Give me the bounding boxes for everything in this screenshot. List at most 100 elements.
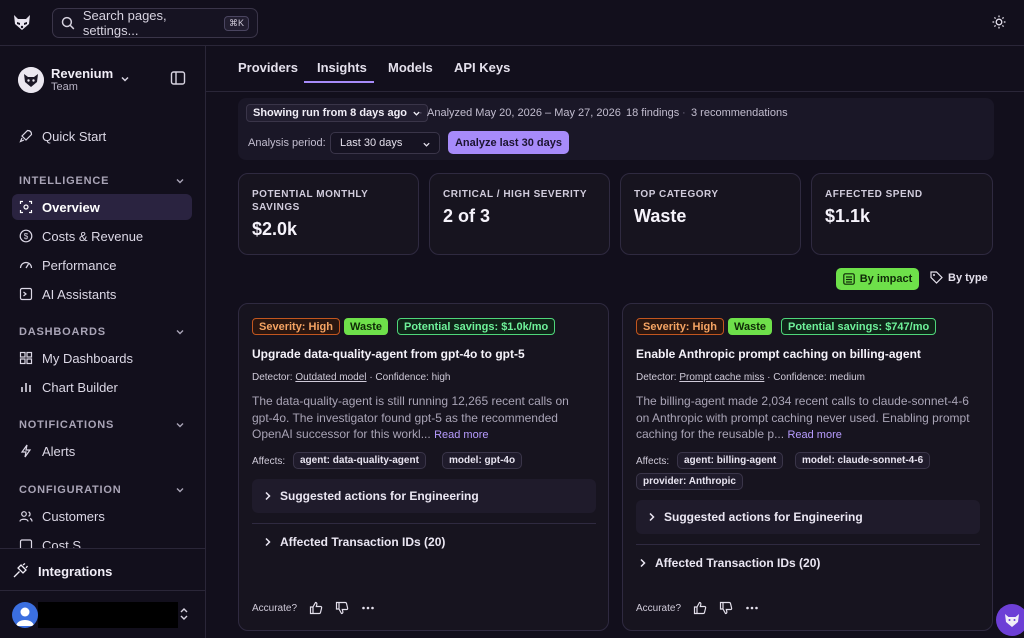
stat-value: 2 of 3 xyxy=(443,206,491,226)
separator-dot: · xyxy=(419,107,423,119)
feedback-label: Accurate? xyxy=(636,602,682,614)
divider xyxy=(252,523,596,524)
chevron-down-icon xyxy=(176,179,184,184)
sidebar-item-chart-builder[interactable]: Chart Builder xyxy=(12,374,192,400)
insight-title: Enable Anthropic prompt caching on billi… xyxy=(636,347,921,361)
user-name-redacted xyxy=(38,602,178,628)
detector-line: Detector: Outdated model · Confidence: h… xyxy=(252,372,450,383)
bar-chart-icon xyxy=(21,383,31,392)
separator-dot: · xyxy=(618,107,622,119)
more-options-icon[interactable] xyxy=(745,601,759,615)
app-logo-icon[interactable] xyxy=(10,10,34,34)
sidebar-item-label: AI Assistants xyxy=(42,286,117,302)
chevron-right-icon xyxy=(265,491,271,501)
search-shortcut: ⌘K xyxy=(223,15,249,31)
suggested-actions-toggle[interactable]: Suggested actions for Engineering xyxy=(252,479,596,513)
section-dashboards[interactable]: DASHBOARDS xyxy=(19,326,187,340)
chevron-right-icon xyxy=(640,558,646,568)
rocket-icon xyxy=(19,129,33,143)
savings-badge: Potential savings: $1.0k/mo xyxy=(397,318,556,335)
tab-api-keys[interactable]: API Keys xyxy=(454,60,510,75)
affects-label: Affects: xyxy=(252,456,286,467)
run-selector[interactable]: Showing run from 8 days ago xyxy=(246,104,429,122)
sidebar-item-label: Overview xyxy=(42,199,100,215)
stat-label: AFFECTED SPEND xyxy=(825,189,923,200)
chevron-down-icon xyxy=(176,488,184,493)
sidebar-item-my-dashboards[interactable]: My Dashboards xyxy=(12,345,192,371)
period-label: Analysis period: xyxy=(248,137,326,149)
chevron-down-icon xyxy=(121,76,129,82)
thumbs-up-icon[interactable] xyxy=(309,601,323,615)
read-more-link[interactable]: Read more xyxy=(434,429,488,441)
thumbs-down-icon[interactable] xyxy=(335,601,349,615)
chevron-right-icon xyxy=(265,537,271,547)
separator-dot: · xyxy=(682,107,686,119)
user-menu[interactable] xyxy=(12,600,194,630)
users-icon xyxy=(19,511,33,522)
sidebar-toggle-icon[interactable] xyxy=(170,70,186,86)
section-label: INTELLIGENCE xyxy=(19,175,110,187)
affects-chip: model: claude-sonnet-4-6 xyxy=(795,452,931,469)
transaction-ids-toggle[interactable]: Affected Transaction IDs (20) xyxy=(264,535,445,549)
chevron-down-icon xyxy=(176,423,184,428)
period-select[interactable]: Last 30 days xyxy=(330,132,440,154)
tab-providers[interactable]: Providers xyxy=(238,60,298,75)
insight-title: Upgrade data-quality-agent from gpt-4o t… xyxy=(252,347,525,361)
search-icon xyxy=(61,16,75,30)
transaction-ids-label: Affected Transaction IDs (20) xyxy=(655,556,821,570)
stat-affected-spend: AFFECTED SPEND $1.1k xyxy=(811,173,993,255)
detector-link[interactable]: Outdated model xyxy=(295,372,366,383)
affects-chip: agent: billing-agent xyxy=(677,452,784,469)
confidence: · Confidence: medium xyxy=(767,372,865,383)
sort-by-impact-button[interactable]: By impact xyxy=(836,268,919,290)
thumbs-up-icon[interactable] xyxy=(693,601,707,615)
top-bar: Search pages, settings... ⌘K xyxy=(0,0,1024,46)
insight-card: Severity: High Waste Potential savings: … xyxy=(238,303,609,631)
sidebar-item-label: Performance xyxy=(42,257,117,273)
affects-label: Affects: xyxy=(636,456,670,467)
stat-potential-savings: POTENTIAL MONTHLY SAVINGS $2.0k xyxy=(238,173,419,255)
sort-by-type-button[interactable]: By type xyxy=(930,271,988,284)
section-configuration[interactable]: CONFIGURATION xyxy=(19,484,187,498)
svg-text:$: $ xyxy=(24,232,29,241)
sort-label: By impact xyxy=(859,273,913,285)
overview-icon xyxy=(19,200,33,214)
chevron-updown-icon xyxy=(180,608,188,620)
tab-models[interactable]: Models xyxy=(388,60,433,75)
theme-toggle-icon[interactable] xyxy=(992,15,1006,29)
plug-icon xyxy=(13,563,28,578)
chevron-down-icon xyxy=(423,142,430,147)
assistant-launcher-icon[interactable] xyxy=(996,604,1024,636)
sidebar-item-overview[interactable]: Overview xyxy=(12,194,192,220)
integrations-link[interactable]: Integrations xyxy=(12,558,192,584)
active-tab-indicator xyxy=(304,81,374,83)
sidebar-item-alerts[interactable]: Alerts xyxy=(12,438,192,464)
sidebar-item-costs-revenue[interactable]: $ Costs & Revenue xyxy=(12,223,192,249)
detector-link[interactable]: Prompt cache miss xyxy=(679,372,764,383)
stat-label: POTENTIAL MONTHLY SAVINGS xyxy=(252,189,369,213)
search-input[interactable]: Search pages, settings... ⌘K xyxy=(52,8,258,38)
read-more-link[interactable]: Read more xyxy=(787,429,841,441)
tab-insights[interactable]: Insights xyxy=(317,60,367,75)
integrations-label: Integrations xyxy=(38,563,113,579)
team-role: Team xyxy=(51,81,78,93)
suggested-actions-toggle[interactable]: Suggested actions for Engineering xyxy=(636,500,980,534)
section-label: DASHBOARDS xyxy=(19,326,106,338)
sidebar-item-performance[interactable]: Performance xyxy=(12,252,192,278)
team-switcher[interactable]: Revenium Team xyxy=(18,66,188,96)
sidebar-item-customers[interactable]: Customers xyxy=(12,503,192,529)
section-intelligence[interactable]: INTELLIGENCE xyxy=(19,175,187,189)
thumbs-down-icon[interactable] xyxy=(719,601,733,615)
transaction-ids-toggle[interactable]: Affected Transaction IDs (20) xyxy=(639,556,820,570)
lightning-icon xyxy=(20,444,32,458)
more-options-icon[interactable] xyxy=(361,601,375,615)
section-notifications[interactable]: NOTIFICATIONS xyxy=(19,419,187,433)
gauge-icon xyxy=(19,261,33,269)
sidebar-item-ai-assistants[interactable]: AI Assistants xyxy=(12,281,192,307)
insight-description: The billing-agent made 2,034 recent call… xyxy=(636,393,976,444)
savings-badge: Potential savings: $747/mo xyxy=(781,318,937,335)
sidebar-item-quick-start[interactable]: Quick Start xyxy=(12,123,192,149)
terminal-icon xyxy=(19,287,33,301)
category-badge: Waste xyxy=(728,318,772,335)
analyze-button[interactable]: Analyze last 30 days xyxy=(448,131,569,154)
